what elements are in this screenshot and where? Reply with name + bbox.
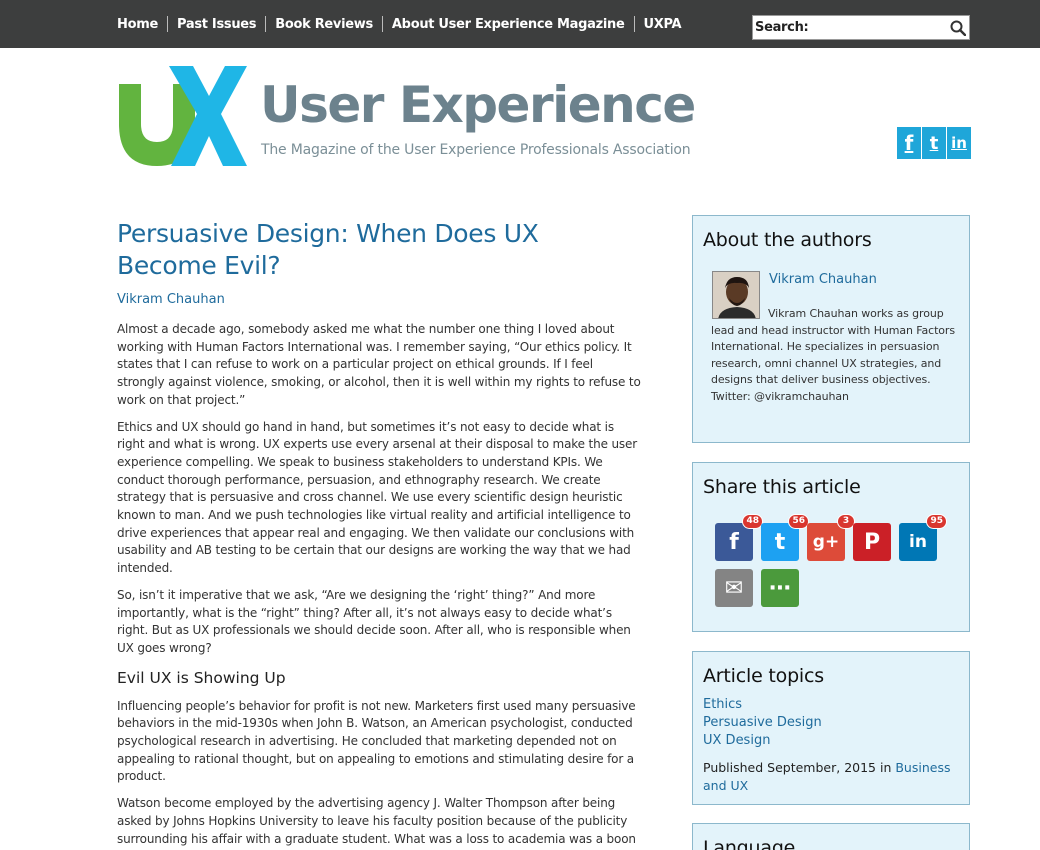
language-heading: Language [703,837,796,850]
search-label: Search: [755,20,809,35]
share-email-button[interactable]: ✉ [715,569,753,607]
article-paragraph: Watson become employed by the advertisin… [117,796,636,846]
search-button[interactable] [947,17,969,39]
nav-separator [381,16,383,32]
main-nav: Home Past Issues Book Reviews About User… [117,16,682,32]
article-title: Persuasive Design: When Does UX Become E… [117,219,539,280]
article-body: Almost a decade ago, somebody asked me w… [117,321,642,848]
magazine-title[interactable]: User Experience [260,78,696,133]
article-paragraph: Ethics and UX should go hand in hand, bu… [117,419,638,576]
social-links: f t in [897,127,971,159]
share-facebook-button[interactable]: f 48 [715,514,763,561]
article-paragraph: So, isn’t it imperative that we ask, “Ar… [117,587,631,655]
language-panel: Language [692,823,970,850]
search-input[interactable] [808,17,947,38]
published-info: Published September, 2015 in Business an… [703,759,959,795]
twitter-icon[interactable]: t [922,127,946,159]
magazine-subtitle: The Magazine of the User Experience Prof… [261,142,691,158]
topics-heading: Article topics [703,665,824,687]
topic-link-ethics[interactable]: Ethics [703,696,959,714]
author-bio: Vikram Chauhan works as group lead and h… [711,307,955,403]
article: Persuasive Design: When Does UX Become E… [117,218,642,848]
share-twitter-button[interactable]: t 56 [761,514,809,561]
google-plus-icon: g+ [812,532,840,552]
topics-list: Ethics Persuasive Design UX Design [703,696,959,750]
article-topics-panel: Article topics Ethics Persuasive Design … [692,651,970,805]
article-subheading: Evil UX is Showing Up [117,668,286,687]
author-name-link[interactable]: Vikram Chauhan [769,272,877,287]
search-box: Search: [752,15,970,40]
article-paragraph: Influencing people’s behavior for profit… [117,698,636,784]
article-author-link[interactable]: Vikram Chauhan [117,292,642,307]
topic-link-persuasive-design[interactable]: Persuasive Design [703,714,959,732]
about-authors-heading: About the authors [703,229,872,251]
more-icon: ⋯ [769,575,791,601]
email-icon: ✉ [724,575,744,601]
nav-separator [265,16,267,32]
facebook-icon: f [729,529,739,555]
share-heading: Share this article [703,476,861,498]
published-date-text: Published September, 2015 in [703,760,896,775]
share-linkedin-button[interactable]: in 95 [899,514,947,561]
share-count-badge: 56 [788,514,809,529]
share-count-badge: 48 [742,514,763,529]
share-count-badge: 95 [926,514,947,529]
nav-uxpa[interactable]: UXPA [644,17,682,32]
linkedin-icon: in [909,532,927,552]
linkedin-icon[interactable]: in [947,127,971,159]
nav-past-issues[interactable]: Past Issues [177,17,257,32]
nav-separator [166,16,168,32]
facebook-icon[interactable]: f [897,127,921,159]
share-pinterest-button[interactable]: P [853,523,891,561]
share-google-plus-button[interactable]: g+ 3 [807,514,855,561]
search-icon [950,20,966,36]
ux-logo[interactable] [117,60,249,170]
nav-book-reviews[interactable]: Book Reviews [275,17,373,32]
ux-logo-mark [119,66,247,166]
nav-home[interactable]: Home [117,17,158,32]
share-more-button[interactable]: ⋯ [761,569,799,607]
twitter-icon: t [774,529,786,555]
article-paragraph: Almost a decade ago, somebody asked me w… [117,322,641,407]
nav-about-magazine[interactable]: About User Experience Magazine [392,17,625,32]
share-panel: Share this article f 48 t 56 g+ 3 Pin 95 ✉ ⋯ [692,462,970,632]
nav-separator [633,16,635,32]
topic-link-ux-design[interactable]: UX Design [703,732,959,750]
about-authors-panel: About the authors Vikram Chauhan Vikram … [692,215,970,443]
pinterest-icon: P [863,529,881,555]
top-navigation-bar: Home Past Issues Book Reviews About User… [0,0,1040,48]
